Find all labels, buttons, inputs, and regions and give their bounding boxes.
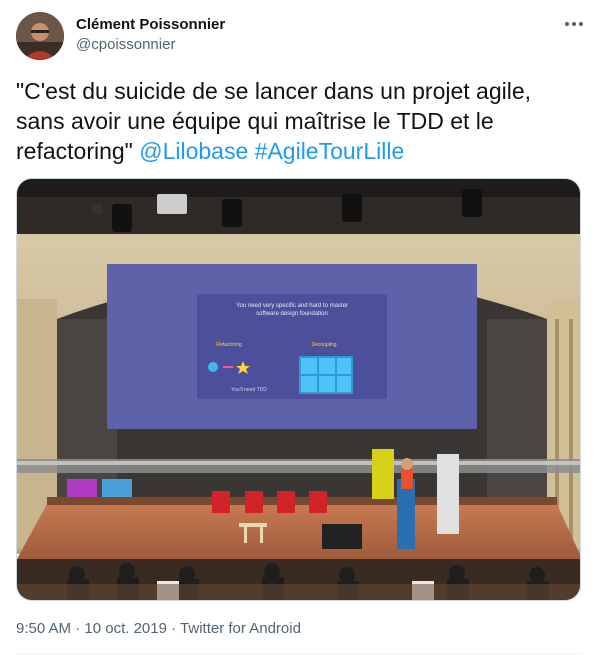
meta-separator: · [71, 620, 85, 637]
divider [16, 653, 582, 654]
conference-photo: You need very specific and hard to maste… [17, 179, 580, 600]
dot [572, 22, 576, 26]
tweet-date-link[interactable]: 10 oct. 2019 [84, 620, 167, 637]
author-name[interactable]: Clément Poissonnier [76, 16, 225, 33]
tweet-meta: 9:50 AM · 10 oct. 2019 · Twitter for And… [16, 620, 301, 637]
mention-link[interactable]: @Lilobase [139, 138, 248, 164]
tweet-text: "C'est du suicide de se lancer dans un p… [16, 76, 582, 166]
slide-caption: You'll need TDD [231, 387, 267, 393]
tweet-time-link[interactable]: 9:50 AM [16, 620, 71, 637]
more-dots-icon[interactable] [564, 14, 584, 34]
avatar-image [16, 12, 64, 60]
tweet-source-link[interactable]: Twitter for Android [180, 620, 301, 637]
avatar[interactable] [16, 12, 64, 60]
slide-label-left: Refactoring [216, 342, 242, 348]
hashtag-link[interactable]: #AgileTourLille [255, 138, 405, 164]
slide-title-line2: software design foundation [256, 311, 328, 317]
author-handle[interactable]: @cpoissonnier [76, 36, 175, 53]
meta-separator: · [166, 620, 181, 637]
tweet-photo[interactable]: You need very specific and hard to maste… [16, 178, 581, 601]
dot [565, 22, 569, 26]
slide-title-line1: You need very specific and hard to maste… [236, 303, 348, 309]
dot [579, 22, 583, 26]
slide-label-right: Decoupling [311, 342, 336, 348]
